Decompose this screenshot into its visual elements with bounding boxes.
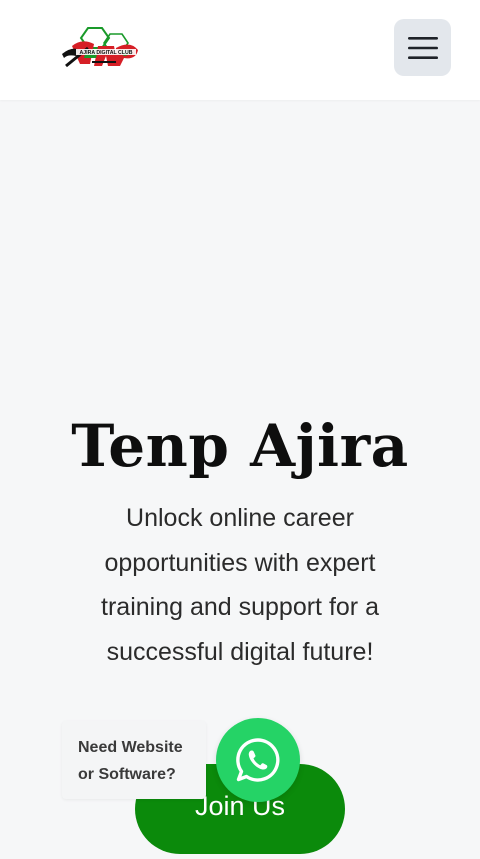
whatsapp-prompt-bubble[interactable]: Need Website or Software? <box>62 721 206 799</box>
hero-subtitle: Unlock online career opportunities with … <box>101 504 379 666</box>
whatsapp-prompt-line-2: or Software? <box>78 766 176 783</box>
menu-button[interactable] <box>394 19 451 76</box>
ajira-digital-club-logo-icon: AJIRA DIGITAL CLUB <box>62 27 138 68</box>
whatsapp-chat-button[interactable] <box>216 718 300 802</box>
hero-title: Tenp Ajira <box>71 412 409 480</box>
site-header: AJIRA DIGITAL CLUB <box>0 0 480 100</box>
whatsapp-prompt-line-1: Need Website <box>78 739 183 756</box>
site-logo[interactable]: AJIRA DIGITAL CLUB <box>58 24 144 72</box>
logo-caption-text: AJIRA DIGITAL CLUB <box>80 50 133 56</box>
hamburger-menu-icon <box>407 36 438 59</box>
whatsapp-icon <box>236 738 280 782</box>
